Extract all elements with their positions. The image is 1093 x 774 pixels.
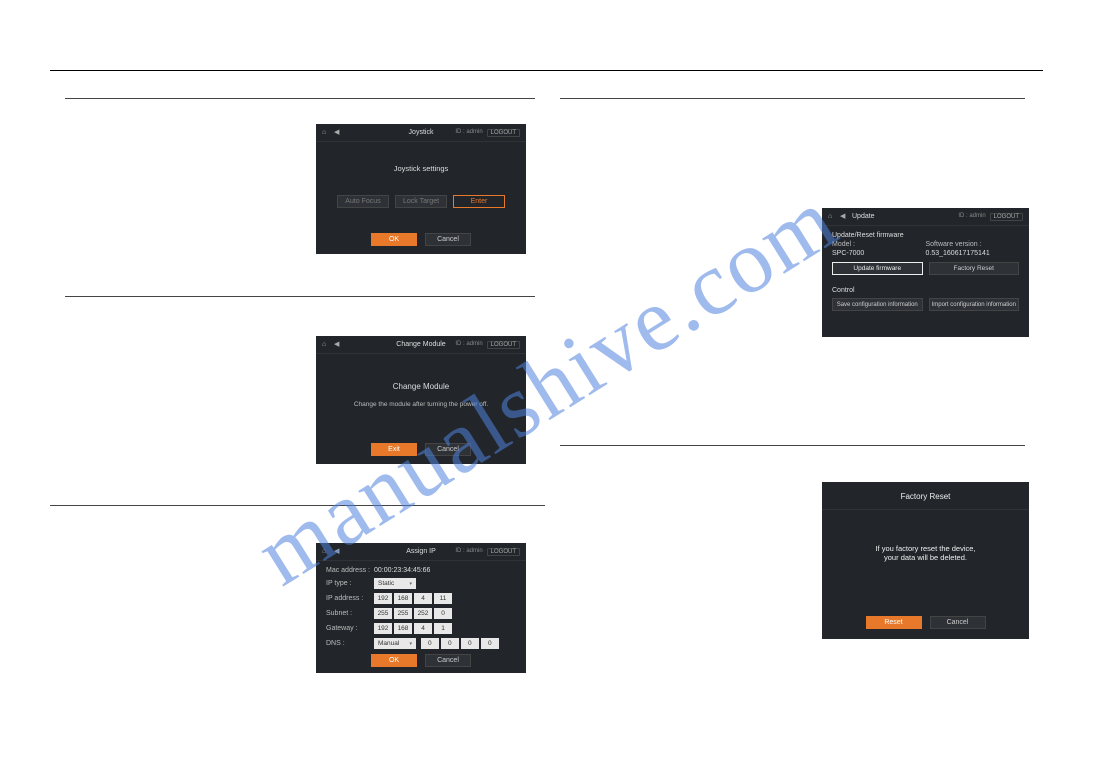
change-module-panel: ⌂ ◀ Change Module ID : admin LOGOUT Chan… bbox=[316, 336, 526, 464]
page: ⌂ ◀ Joystick ID : admin LOGOUT Joystick … bbox=[0, 0, 1093, 774]
model-value: SPC-7000 bbox=[832, 250, 926, 257]
change-module-note: Change the module after turning the powe… bbox=[316, 401, 526, 408]
assign-ip-ok-button[interactable]: OK bbox=[371, 654, 417, 667]
control-label: Control bbox=[832, 287, 1019, 294]
update-section-label: Update/Reset firmware bbox=[832, 232, 1019, 239]
ip-address-field[interactable]: 192168411 bbox=[374, 592, 516, 604]
lock-target-button[interactable]: Lock Target bbox=[395, 195, 447, 208]
logout-button[interactable]: LOGOUT bbox=[487, 548, 520, 556]
update-title: Update bbox=[852, 213, 875, 220]
back-icon[interactable]: ◀ bbox=[840, 214, 846, 220]
left-rule-3 bbox=[50, 505, 545, 506]
dns-mode-select[interactable]: Manual▾ bbox=[374, 638, 416, 649]
exit-button[interactable]: Exit bbox=[371, 443, 417, 456]
joystick-cancel-button[interactable]: Cancel bbox=[425, 233, 471, 246]
factory-line2: your data will be deleted. bbox=[822, 553, 1029, 562]
home-icon[interactable]: ⌂ bbox=[322, 130, 328, 136]
auto-focus-button[interactable]: Auto Focus bbox=[337, 195, 389, 208]
left-rule-1 bbox=[65, 98, 535, 99]
assign-ip-panel: ⌂ ◀ Assign IP ID : admin LOGOUT Mac addr… bbox=[316, 543, 526, 673]
save-config-button[interactable]: Save configuration information bbox=[832, 298, 923, 311]
id-label: ID : admin bbox=[958, 213, 985, 221]
factory-cancel-button[interactable]: Cancel bbox=[930, 616, 986, 629]
model-label: Model : bbox=[832, 241, 926, 248]
dns-field[interactable]: Manual▾ 0000 bbox=[374, 637, 516, 649]
logout-button[interactable]: LOGOUT bbox=[487, 129, 520, 137]
id-label: ID : admin bbox=[455, 129, 482, 137]
sw-value: 0.53_160617175141 bbox=[926, 250, 1020, 257]
joystick-ok-button[interactable]: OK bbox=[371, 233, 417, 246]
change-module-titlebar: ⌂ ◀ Change Module ID : admin LOGOUT bbox=[316, 336, 526, 354]
id-label: ID : admin bbox=[455, 548, 482, 556]
reset-button[interactable]: Reset bbox=[866, 616, 922, 629]
logout-button[interactable]: LOGOUT bbox=[487, 341, 520, 349]
joystick-heading: Joystick settings bbox=[316, 164, 526, 173]
factory-reset-button[interactable]: Factory Reset bbox=[929, 262, 1020, 275]
change-module-heading: Change Module bbox=[316, 382, 526, 391]
logout-button[interactable]: LOGOUT bbox=[990, 213, 1023, 221]
assign-ip-titlebar: ⌂ ◀ Assign IP ID : admin LOGOUT bbox=[316, 543, 526, 561]
ip-type-select[interactable]: Static▾ bbox=[374, 578, 416, 589]
id-label: ID : admin bbox=[455, 341, 482, 349]
factory-reset-dialog: Factory Reset If you factory reset the d… bbox=[822, 482, 1029, 639]
page-top-rule bbox=[50, 70, 1043, 71]
factory-title: Factory Reset bbox=[822, 482, 1029, 510]
ip-type-label: IP type : bbox=[326, 580, 374, 587]
right-rule-2 bbox=[560, 445, 1025, 446]
sw-label: Software version : bbox=[926, 241, 1020, 248]
subnet-field[interactable]: 2552552520 bbox=[374, 607, 516, 619]
back-icon[interactable]: ◀ bbox=[334, 342, 340, 348]
mac-label: Mac address : bbox=[326, 567, 374, 574]
right-rule-1 bbox=[560, 98, 1025, 99]
update-titlebar: ⌂ ◀ Update ID : admin LOGOUT bbox=[822, 208, 1029, 226]
ip-label: IP address : bbox=[326, 595, 374, 602]
change-module-cancel-button[interactable]: Cancel bbox=[425, 443, 471, 456]
home-icon[interactable]: ⌂ bbox=[828, 214, 834, 220]
gateway-field[interactable]: 19216841 bbox=[374, 622, 516, 634]
assign-ip-cancel-button[interactable]: Cancel bbox=[425, 654, 471, 667]
home-icon[interactable]: ⌂ bbox=[322, 342, 328, 348]
factory-line1: If you factory reset the device, bbox=[822, 544, 1029, 553]
import-config-button[interactable]: Import configuration information bbox=[929, 298, 1020, 311]
mac-value: 00:00:23:34:45:66 bbox=[374, 567, 516, 574]
enter-button[interactable]: Enter bbox=[453, 195, 505, 208]
joystick-titlebar: ⌂ ◀ Joystick ID : admin LOGOUT bbox=[316, 124, 526, 142]
subnet-label: Subnet : bbox=[326, 610, 374, 617]
back-icon[interactable]: ◀ bbox=[334, 549, 340, 555]
update-firmware-button[interactable]: Update firmware bbox=[832, 262, 923, 275]
left-rule-2 bbox=[65, 296, 535, 297]
joystick-panel: ⌂ ◀ Joystick ID : admin LOGOUT Joystick … bbox=[316, 124, 526, 254]
update-panel: ⌂ ◀ Update ID : admin LOGOUT Update/Rese… bbox=[822, 208, 1029, 337]
home-icon[interactable]: ⌂ bbox=[322, 549, 328, 555]
back-icon[interactable]: ◀ bbox=[334, 130, 340, 136]
gateway-label: Gateway : bbox=[326, 625, 374, 632]
dns-label: DNS : bbox=[326, 640, 374, 647]
